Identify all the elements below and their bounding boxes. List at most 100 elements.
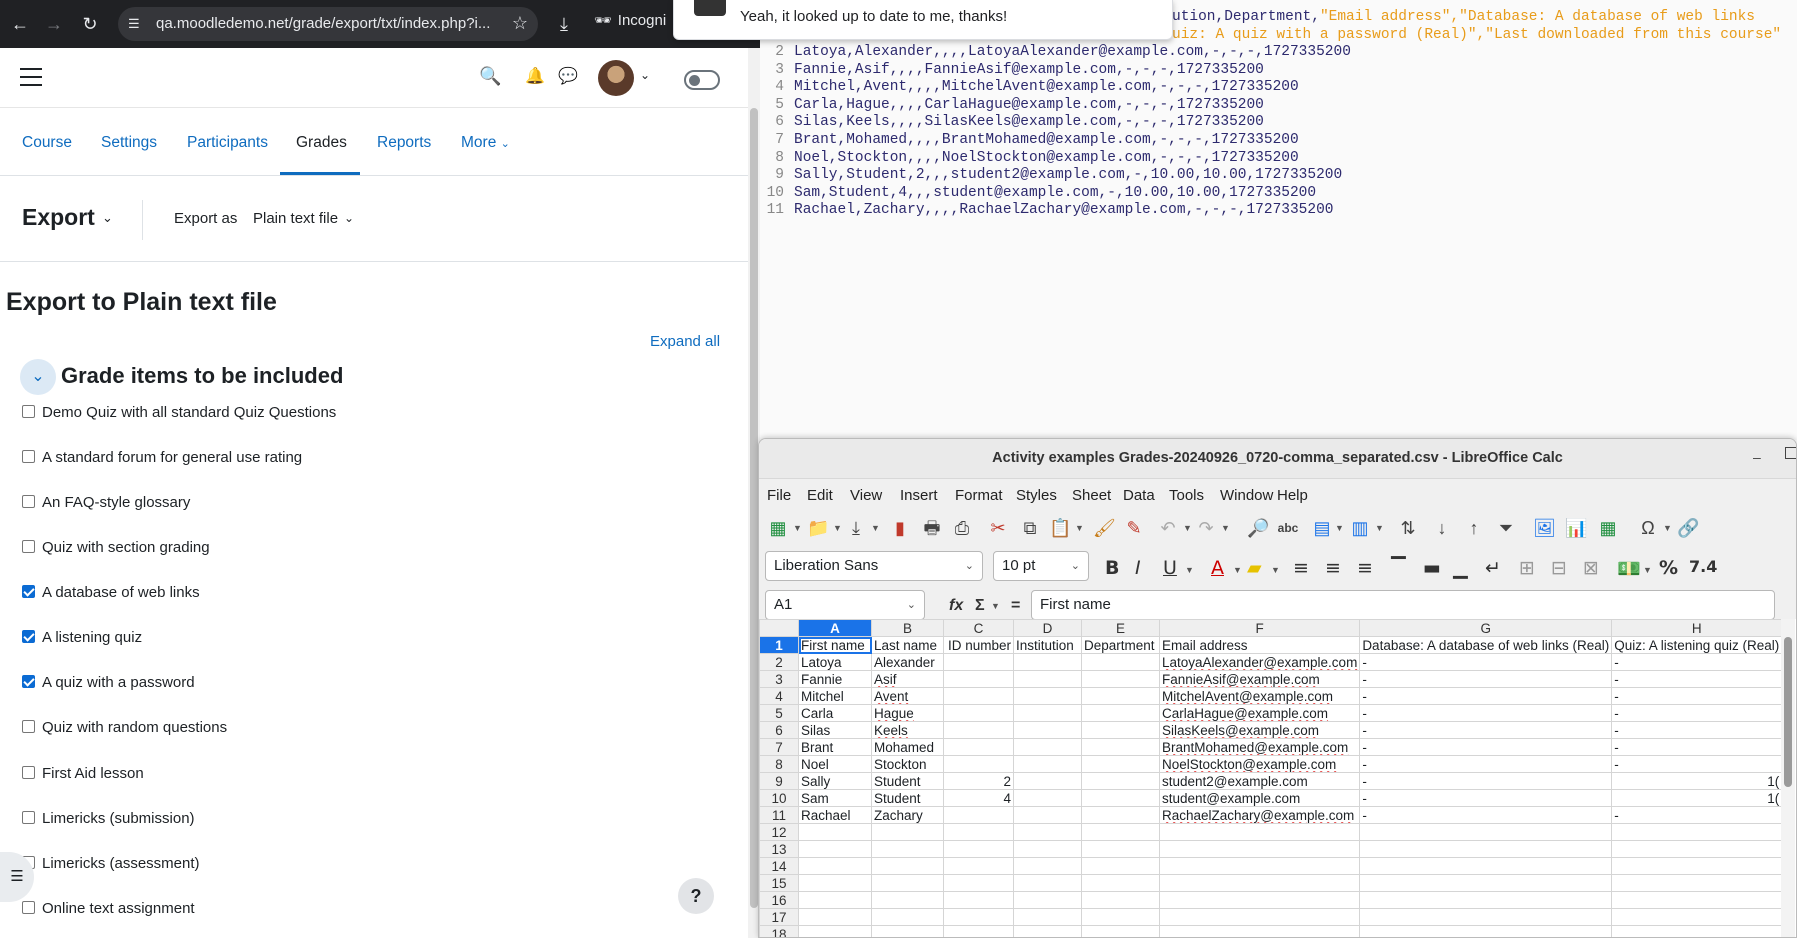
cell[interactable]: -	[1611, 755, 1783, 773]
open-folder-icon[interactable]: 📁	[807, 517, 829, 539]
cell[interactable]	[943, 670, 1014, 688]
cell[interactable]: -	[1359, 687, 1613, 705]
cell[interactable]: Database: A database of web links (Real)	[1359, 636, 1613, 654]
cell[interactable]	[1013, 925, 1082, 937]
hamburger-menu-icon[interactable]	[20, 68, 42, 86]
chevron-down-icon[interactable]: ▼	[1643, 565, 1652, 575]
checkbox[interactable]	[22, 450, 35, 463]
cell[interactable]	[1013, 653, 1082, 671]
cell[interactable]	[1611, 840, 1783, 858]
find-replace-icon[interactable]: 🔎	[1247, 517, 1269, 539]
cell[interactable]: -	[1359, 704, 1613, 722]
chevron-down-icon[interactable]: ▼	[1075, 523, 1084, 533]
chevron-down-icon[interactable]: ▼	[1221, 523, 1230, 533]
minimize-icon[interactable]: –	[1753, 449, 1761, 465]
cell[interactable]: -	[1359, 738, 1613, 756]
cell[interactable]	[1611, 908, 1783, 926]
font-name-box[interactable]: Liberation Sans ⌄	[765, 551, 983, 581]
align-left-icon[interactable]: ≡	[1293, 557, 1309, 579]
column-header-e[interactable]: E	[1081, 619, 1160, 637]
grade-item-checkbox-row[interactable]: Limericks (assessment)	[22, 855, 200, 877]
cell[interactable]: student@example.com	[1158, 789, 1361, 807]
row-header[interactable]: 11	[759, 806, 799, 824]
cell[interactable]	[1611, 925, 1783, 937]
cell[interactable]: CarlaHague@example.com	[1158, 704, 1361, 722]
tab-course[interactable]: Course	[22, 134, 72, 152]
tab-reports[interactable]: Reports	[377, 134, 431, 152]
cell[interactable]: Zachary	[871, 806, 944, 824]
cell[interactable]	[1081, 721, 1160, 739]
column-header-c[interactable]: C	[943, 619, 1014, 637]
name-box[interactable]: A1 ⌄	[765, 590, 925, 620]
new-spreadsheet-icon[interactable]: ▦	[767, 517, 789, 539]
text-editor[interactable]: ution,Department,"Email address","Databa…	[760, 0, 1797, 440]
cell[interactable]	[1013, 670, 1082, 688]
cell[interactable]	[1081, 755, 1160, 773]
cell[interactable]	[1081, 908, 1160, 926]
italic-icon[interactable]: I	[1135, 557, 1141, 579]
cell[interactable]	[1013, 789, 1082, 807]
expand-all-link[interactable]: Expand all	[650, 333, 720, 350]
row-header[interactable]: 17	[759, 908, 799, 926]
cut-icon[interactable]: ✂	[987, 517, 1009, 539]
checkbox[interactable]	[22, 495, 35, 508]
formula-input[interactable]: First name	[1031, 590, 1775, 620]
cell[interactable]: 1(	[1611, 772, 1783, 790]
row-header[interactable]: 10	[759, 789, 799, 807]
cell[interactable]: Department	[1081, 636, 1160, 654]
cell[interactable]: Rachael	[798, 806, 872, 824]
cell[interactable]: -	[1611, 670, 1783, 688]
cell[interactable]	[871, 857, 944, 875]
tab-grades[interactable]: Grades	[296, 134, 347, 152]
grade-item-checkbox-row[interactable]: A listening quiz	[22, 629, 142, 651]
cell[interactable]: LatoyaAlexander@example.com	[1158, 653, 1361, 671]
menu-insert[interactable]: Insert	[900, 487, 938, 504]
cell[interactable]: -	[1611, 806, 1783, 824]
cell[interactable]: MitchelAvent@example.com	[1158, 687, 1361, 705]
cell[interactable]	[1081, 789, 1160, 807]
row-header[interactable]: 16	[759, 891, 799, 909]
spelling-icon[interactable]: abc	[1277, 517, 1299, 539]
row-header[interactable]: 15	[759, 874, 799, 892]
cell[interactable]	[1359, 840, 1613, 858]
cell[interactable]: Student	[871, 772, 944, 790]
tab-participants[interactable]: Participants	[187, 134, 268, 152]
cell[interactable]	[1158, 891, 1361, 909]
select-all-corner[interactable]	[759, 619, 799, 637]
checkbox[interactable]	[22, 675, 35, 688]
cell[interactable]	[943, 925, 1014, 937]
cell[interactable]	[943, 823, 1014, 841]
grade-item-checkbox-row[interactable]: A quiz with a password	[22, 674, 195, 696]
cell[interactable]	[798, 857, 872, 875]
cell[interactable]: FannieAsif@example.com	[1158, 670, 1361, 688]
row-header[interactable]: 18	[759, 925, 799, 937]
grade-item-checkbox-row[interactable]: An FAQ-style glossary	[22, 494, 190, 516]
cell[interactable]: Mitchel	[798, 687, 872, 705]
split-cells-icon[interactable]: ⊠	[1583, 557, 1599, 579]
clone-formatting-icon[interactable]: 🖌	[1093, 517, 1116, 539]
chevron-down-icon[interactable]: ⌄	[102, 210, 113, 226]
vertical-scrollbar[interactable]	[1781, 619, 1795, 937]
checkbox[interactable]	[22, 720, 35, 733]
download-icon[interactable]: ⤓	[552, 12, 576, 36]
cell[interactable]	[1081, 840, 1160, 858]
grade-item-checkbox-row[interactable]: Limericks (submission)	[22, 810, 195, 832]
cell[interactable]	[1158, 857, 1361, 875]
menu-data[interactable]: Data	[1123, 487, 1155, 504]
cell[interactable]	[1158, 874, 1361, 892]
spreadsheet-grid[interactable]: ABCDEFGH 1 First name Last name ID number In…	[759, 619, 1796, 937]
cell[interactable]	[1013, 874, 1082, 892]
chevron-down-icon[interactable]: ⌄	[344, 211, 354, 225]
chevron-down-icon[interactable]: ▼	[1663, 523, 1672, 533]
cell[interactable]: Noel	[798, 755, 872, 773]
forward-icon[interactable]: →	[42, 12, 66, 36]
chevron-down-icon[interactable]: ▼	[871, 523, 880, 533]
cell[interactable]: Student	[871, 789, 944, 807]
export-pdf-icon[interactable]: ▮	[889, 517, 911, 539]
cell[interactable]	[1611, 823, 1783, 841]
cell[interactable]	[943, 704, 1014, 722]
menu-edit[interactable]: Edit	[807, 487, 833, 504]
tab-more[interactable]: More ⌄	[461, 134, 510, 152]
pivot-table-icon[interactable]: ▦	[1597, 517, 1619, 539]
cell[interactable]	[1013, 772, 1082, 790]
